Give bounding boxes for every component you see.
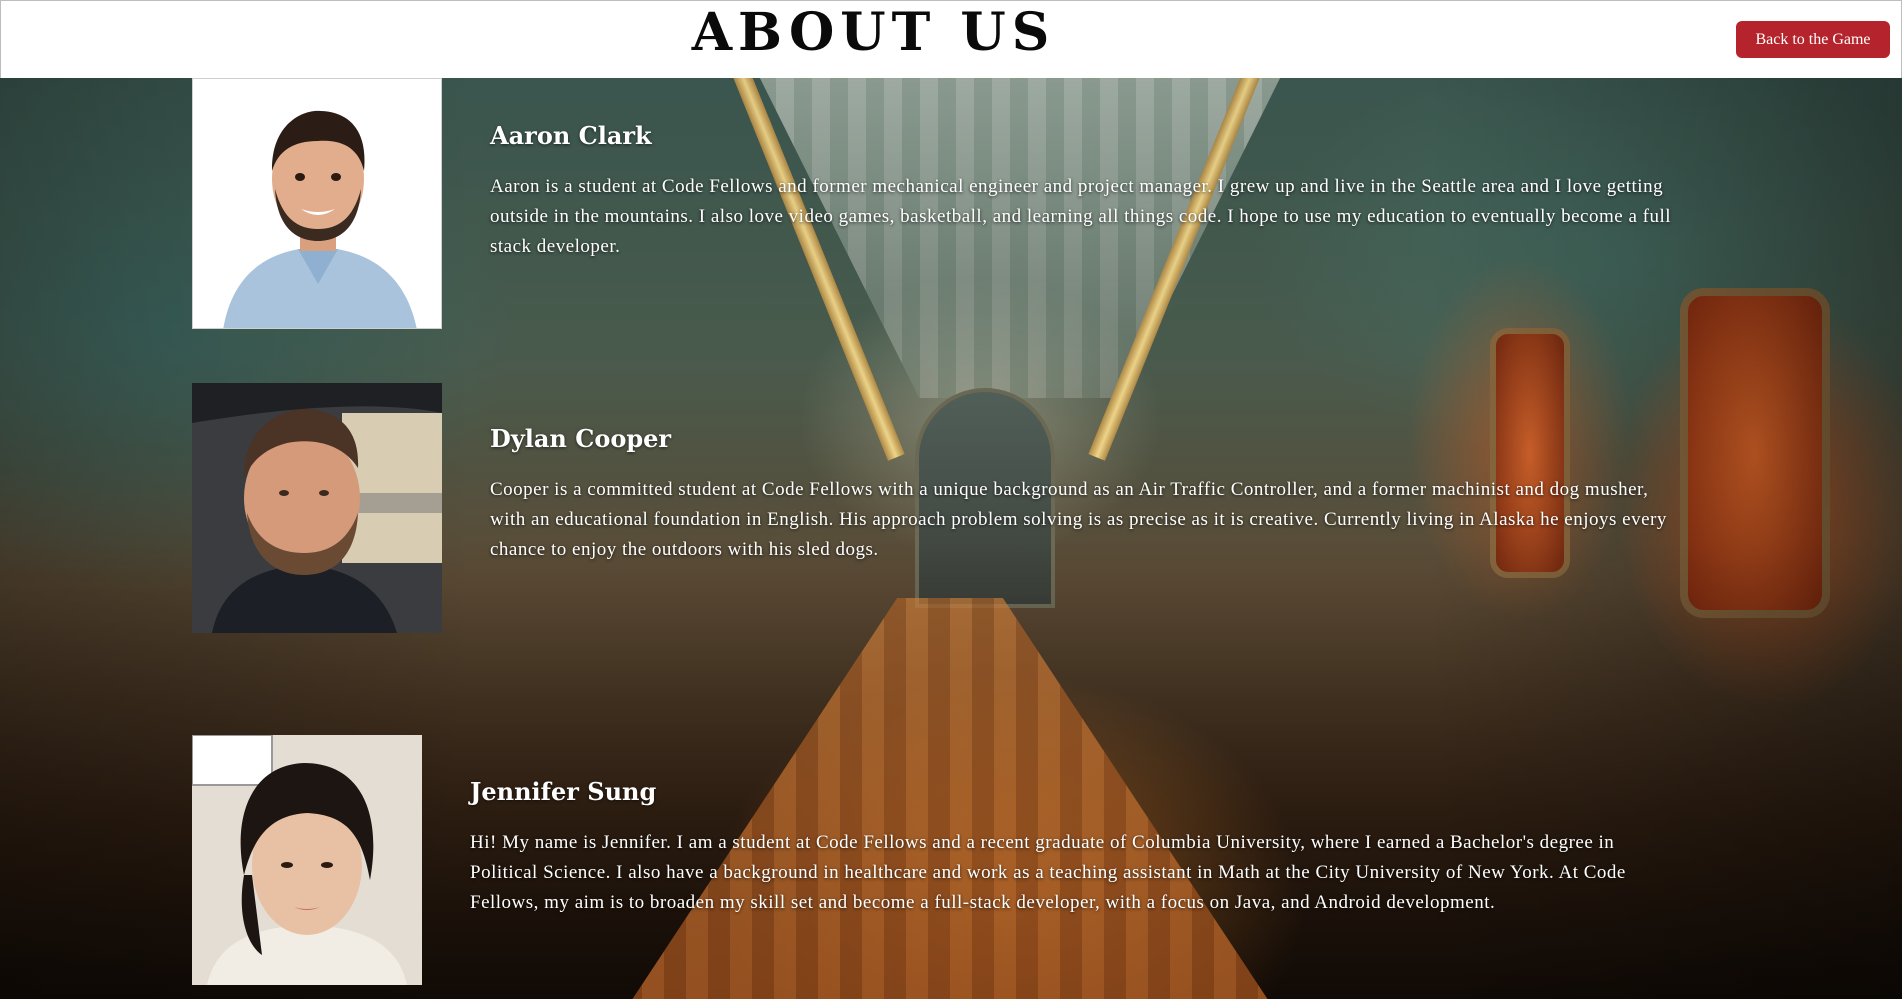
member-name: Jennifer Sung bbox=[470, 777, 657, 806]
page-title: ABOUT US bbox=[691, 2, 1056, 63]
member-bio: Hi! My name is Jennifer. I am a student … bbox=[470, 832, 1626, 913]
jennifer-sung-portrait bbox=[192, 735, 422, 985]
member-name: Aaron Clark bbox=[490, 121, 652, 150]
member-bio: Aaron is a student at Code Fellows and f… bbox=[490, 176, 1672, 257]
member-name: Dylan Cooper bbox=[490, 424, 672, 453]
header: ABOUT US Back to the Game bbox=[0, 0, 1902, 78]
aaron-clark-portrait bbox=[192, 78, 442, 329]
back-to-game-button[interactable]: Back to the Game bbox=[1736, 21, 1890, 58]
member-bio: Cooper is a committed student at Code Fe… bbox=[490, 479, 1667, 560]
dylan-cooper-portrait bbox=[192, 383, 442, 633]
